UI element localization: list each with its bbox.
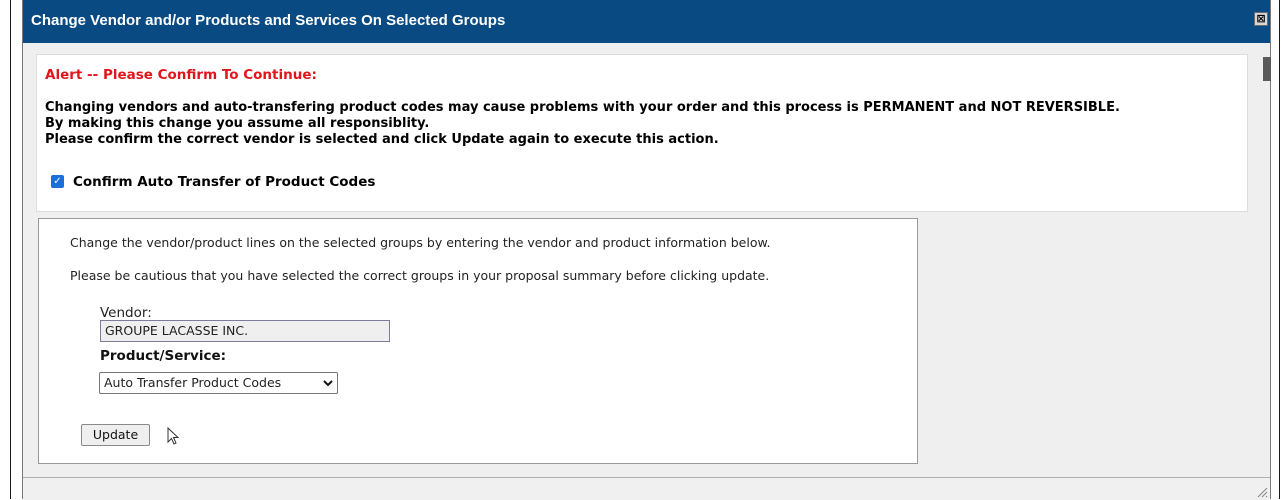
alert-panel: Alert -- Please Confirm To Continue: Cha…	[36, 54, 1248, 212]
change-vendor-dialog: Change Vendor and/or Products and Servic…	[22, 0, 1271, 500]
alert-message-line-1: Changing vendors and auto-transfering pr…	[45, 100, 1120, 115]
instruction-text-1: Change the vendor/product lines on the s…	[70, 235, 771, 250]
chevron-down-icon	[323, 380, 333, 387]
alert-message-line-2: By making this change you assume all res…	[45, 116, 430, 131]
dialog-titlebar[interactable]: Change Vendor and/or Products and Servic…	[23, 0, 1270, 43]
confirm-auto-transfer-checkbox[interactable]: ✓	[51, 175, 64, 188]
resize-grip-icon[interactable]	[1256, 486, 1268, 498]
dialog-footer	[23, 477, 1270, 500]
close-icon[interactable]: ⊠	[1254, 12, 1268, 26]
instruction-text-2: Please be cautious that you have selecte…	[70, 268, 770, 283]
page-right-border	[1279, 0, 1280, 499]
product-service-label: Product/Service:	[100, 348, 227, 364]
confirm-auto-transfer-label[interactable]: Confirm Auto Transfer of Product Codes	[73, 174, 375, 190]
vendor-field[interactable]: GROUPE LACASSE INC.	[100, 320, 390, 342]
mouse-cursor-icon	[167, 427, 180, 445]
product-service-select[interactable]: Auto Transfer Product Codes	[99, 372, 338, 394]
scrollbar-thumb[interactable]	[1263, 57, 1271, 81]
vendor-form-panel: Change the vendor/product lines on the s…	[38, 218, 918, 464]
update-button[interactable]: Update	[81, 424, 150, 446]
alert-title: Alert -- Please Confirm To Continue:	[45, 67, 317, 83]
vendor-label: Vendor:	[100, 305, 152, 321]
dialog-title: Change Vendor and/or Products and Servic…	[31, 12, 506, 29]
alert-message-line-3: Please confirm the correct vendor is sel…	[45, 132, 719, 147]
product-service-selected-value: Auto Transfer Product Codes	[104, 375, 282, 390]
page-left-border	[10, 0, 11, 499]
